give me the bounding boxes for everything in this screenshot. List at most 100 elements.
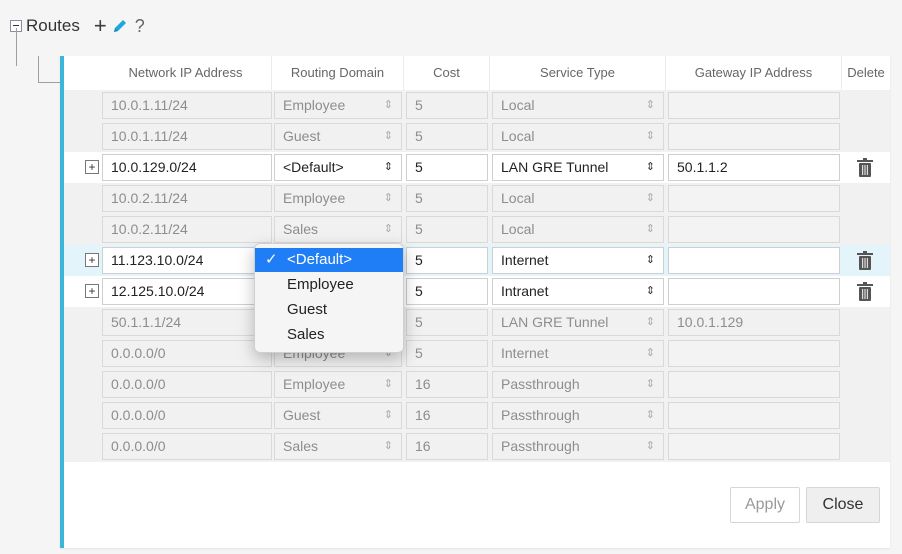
delete-trash-icon[interactable] <box>856 158 874 178</box>
routing-domain-select[interactable]: Guest ⇕ <box>274 402 402 429</box>
table-row: 0.0.0.0/0 Guest ⇕ 16 Passthrough ⇕ <box>64 400 890 431</box>
gateway-ip-field[interactable] <box>668 92 840 119</box>
service-type-select-text: Passthrough <box>501 438 580 454</box>
network-ip-field[interactable]: 50.1.1.1/24 <box>102 309 272 336</box>
service-type-select[interactable]: Local ⇕ <box>492 185 664 212</box>
service-type-select-text: LAN GRE Tunnel <box>501 314 609 330</box>
select-arrows-icon: ⇕ <box>645 254 655 266</box>
routing-domain-select[interactable]: Employee ⇕ <box>274 185 402 212</box>
tree-connector <box>38 56 39 82</box>
routes-header: Routes + ? <box>10 12 145 40</box>
network-ip-field[interactable]: 0.0.0.0/0 <box>102 340 272 367</box>
cost-field-text: 5 <box>415 97 423 113</box>
service-type-select[interactable]: Local ⇕ <box>492 123 664 150</box>
dropdown-option[interactable]: Sales <box>255 323 403 347</box>
cost-field[interactable]: 5 <box>406 185 488 212</box>
routing-domain-select-text: Sales <box>283 221 319 237</box>
cost-field[interactable]: 5 <box>406 309 488 336</box>
service-type-select[interactable]: Passthrough ⇕ <box>492 433 664 460</box>
apply-button[interactable]: Apply <box>730 487 800 523</box>
routes-panel: Network IP Address Routing Domain Cost S… <box>60 56 890 548</box>
network-ip-field-text: 50.1.1.1/24 <box>111 314 182 330</box>
service-type-select[interactable]: Local ⇕ <box>492 216 664 243</box>
table-row: +11.123.10.0/24 <Default> ⇕ 5 Internet ⇕ <box>64 245 890 276</box>
gateway-ip-field[interactable] <box>668 247 840 274</box>
service-type-select[interactable]: Internet ⇕ <box>492 340 664 367</box>
routing-domain-select[interactable]: <Default> ⇕ <box>274 154 402 181</box>
routing-domain-select[interactable]: Guest ⇕ <box>274 123 402 150</box>
expand-icon[interactable]: + <box>85 284 99 298</box>
routing-domain-select[interactable]: Sales ⇕ <box>274 433 402 460</box>
cost-field[interactable]: 5 <box>406 154 488 181</box>
cost-field[interactable]: 5 <box>406 247 488 274</box>
cost-field[interactable]: 5 <box>406 123 488 150</box>
cost-field[interactable]: 5 <box>406 340 488 367</box>
cost-field[interactable]: 5 <box>406 278 488 305</box>
network-ip-field[interactable]: 10.0.1.11/24 <box>102 123 272 150</box>
cost-field[interactable]: 16 <box>406 433 488 460</box>
table-row: 10.0.1.11/24 Employee ⇕ 5 Local ⇕ <box>64 90 890 121</box>
delete-trash-icon[interactable] <box>856 251 874 271</box>
column-header-routing-domain: Routing Domain <box>272 56 404 90</box>
network-ip-field[interactable]: 0.0.0.0/0 <box>102 402 272 429</box>
cost-field[interactable]: 5 <box>406 92 488 119</box>
cost-field-text: 16 <box>415 407 431 423</box>
select-arrows-icon: ⇕ <box>383 223 393 235</box>
gateway-ip-field[interactable] <box>668 278 840 305</box>
service-type-select-text: Local <box>501 221 535 237</box>
select-arrows-icon: ⇕ <box>645 440 655 452</box>
cost-field[interactable]: 16 <box>406 371 488 398</box>
close-button[interactable]: Close <box>806 487 880 523</box>
routing-domain-dropdown[interactable]: ✓ <Default> Employee Guest Sales <box>254 243 404 353</box>
routing-domain-select[interactable]: Sales ⇕ <box>274 216 402 243</box>
routing-domain-select-text: Guest <box>283 407 321 423</box>
select-arrows-icon: ⇕ <box>645 192 655 204</box>
help-icon[interactable]: ? <box>135 16 145 37</box>
cost-field[interactable]: 5 <box>406 216 488 243</box>
select-arrows-icon: ⇕ <box>383 409 393 421</box>
service-type-select[interactable]: LAN GRE Tunnel ⇕ <box>492 309 664 336</box>
network-ip-field[interactable]: 12.125.10.0/24 <box>102 278 272 305</box>
routing-domain-select[interactable]: Employee ⇕ <box>274 92 402 119</box>
gateway-ip-field[interactable] <box>668 433 840 460</box>
network-ip-field[interactable]: 0.0.0.0/0 <box>102 433 272 460</box>
network-ip-field[interactable]: 0.0.0.0/0 <box>102 371 272 398</box>
table-row: 10.0.1.11/24 Guest ⇕ 5 Local ⇕ <box>64 121 890 152</box>
network-ip-field[interactable]: 10.0.2.11/24 <box>102 185 272 212</box>
service-type-select[interactable]: LAN GRE Tunnel ⇕ <box>492 154 664 181</box>
select-arrows-icon: ⇕ <box>383 130 393 142</box>
gateway-ip-field[interactable]: 50.1.1.2 <box>668 154 840 181</box>
dropdown-option[interactable]: Employee <box>255 273 403 297</box>
gateway-ip-field-text: 50.1.1.2 <box>677 159 728 175</box>
gateway-ip-field[interactable] <box>668 123 840 150</box>
routing-domain-select[interactable]: Employee ⇕ <box>274 371 402 398</box>
cost-field-text: 16 <box>415 438 431 454</box>
gateway-ip-field[interactable]: 10.0.1.129 <box>668 309 840 336</box>
cost-field[interactable]: 16 <box>406 402 488 429</box>
gateway-ip-field[interactable] <box>668 402 840 429</box>
dropdown-option[interactable]: ✓ <Default> <box>255 248 403 272</box>
gateway-ip-field[interactable] <box>668 371 840 398</box>
service-type-select[interactable]: Internet ⇕ <box>492 247 664 274</box>
gateway-ip-field[interactable] <box>668 185 840 212</box>
dropdown-option[interactable]: Guest <box>255 298 403 322</box>
network-ip-field-text: 10.0.2.11/24 <box>111 190 188 206</box>
delete-trash-icon[interactable] <box>856 282 874 302</box>
service-type-select[interactable]: Passthrough ⇕ <box>492 402 664 429</box>
service-type-select[interactable]: Local ⇕ <box>492 92 664 119</box>
network-ip-field[interactable]: 10.0.1.11/24 <box>102 92 272 119</box>
expand-icon[interactable]: + <box>85 253 99 267</box>
add-icon[interactable]: + <box>94 15 107 37</box>
network-ip-field[interactable]: 11.123.10.0/24 <box>102 247 272 274</box>
expand-icon[interactable]: + <box>85 160 99 174</box>
service-type-select[interactable]: Intranet ⇕ <box>492 278 664 305</box>
select-arrows-icon: ⇕ <box>645 316 655 328</box>
service-type-select[interactable]: Passthrough ⇕ <box>492 371 664 398</box>
network-ip-field[interactable]: 10.0.2.11/24 <box>102 216 272 243</box>
gateway-ip-field[interactable] <box>668 340 840 367</box>
checkmark-icon: ✓ <box>265 251 278 268</box>
network-ip-field-text: 0.0.0.0/0 <box>111 376 166 392</box>
gateway-ip-field[interactable] <box>668 216 840 243</box>
network-ip-field[interactable]: 10.0.129.0/24 <box>102 154 272 181</box>
edit-pencil-icon[interactable] <box>111 17 129 35</box>
